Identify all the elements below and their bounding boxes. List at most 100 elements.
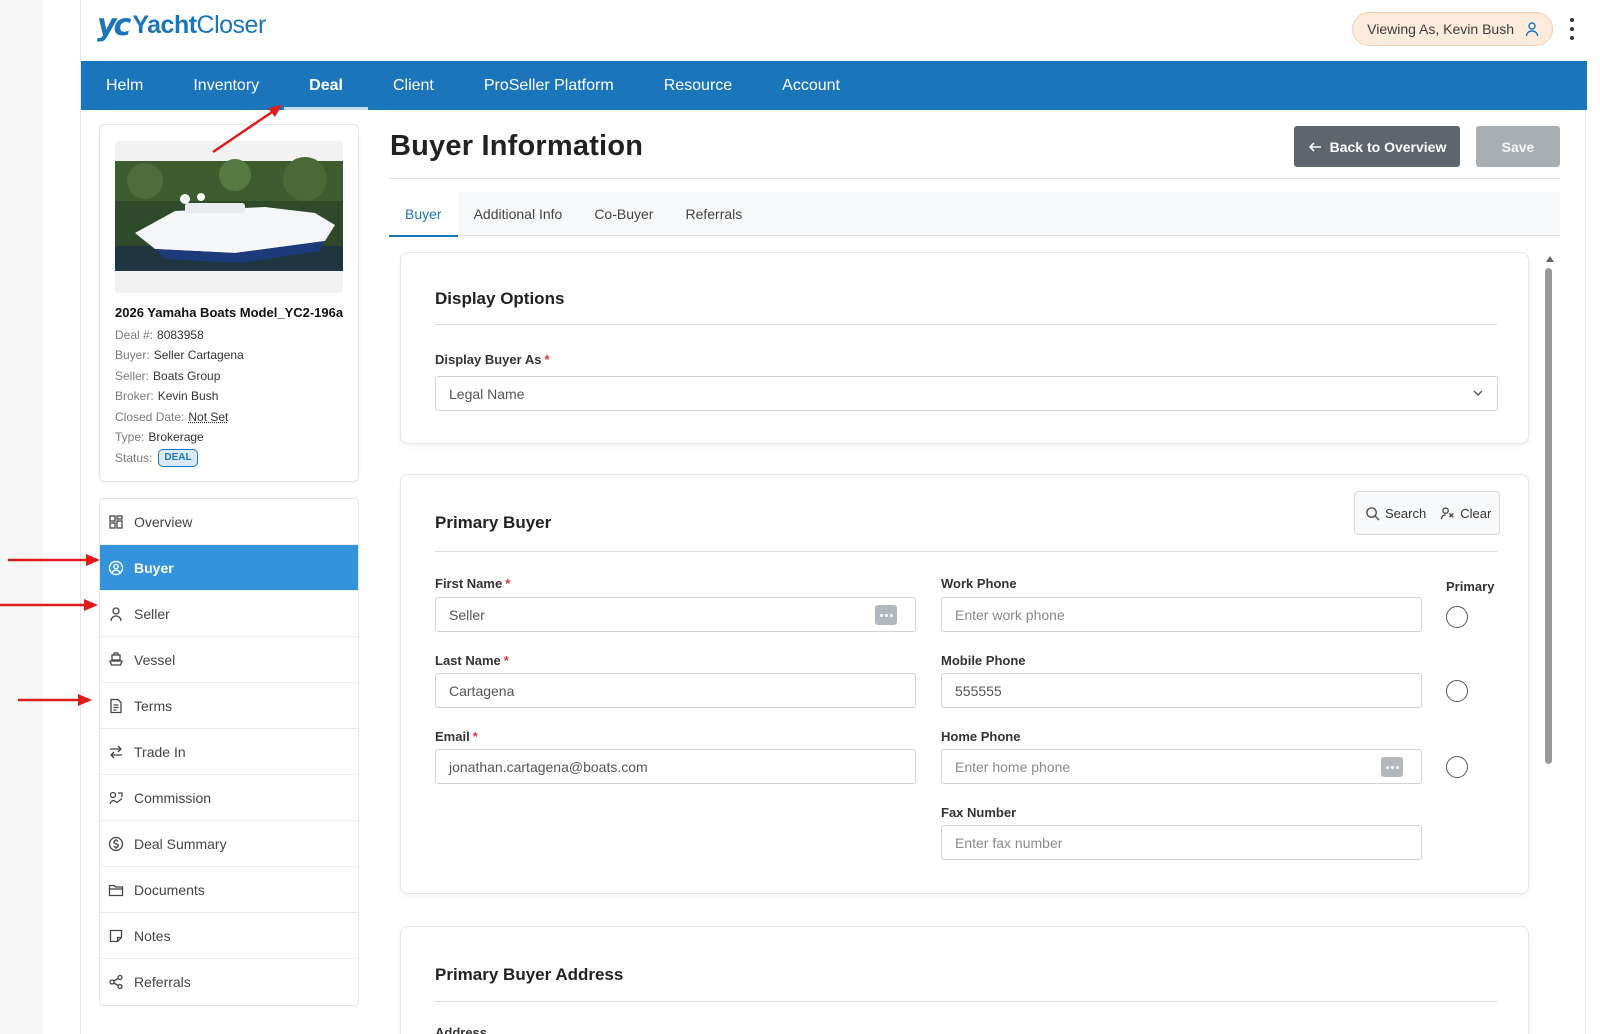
first-name-label: First Name * — [435, 576, 511, 591]
section-divider — [435, 551, 1497, 552]
display-options-card: Display Options Display Buyer As * Legal … — [400, 252, 1529, 444]
more-dots-icon[interactable] — [1381, 757, 1403, 777]
tab-referrals[interactable]: Referrals — [669, 192, 758, 236]
dollar-circle-icon — [108, 836, 124, 851]
primary-radio-mobile[interactable] — [1446, 680, 1468, 702]
email-label: Email * — [435, 729, 478, 744]
tab-additional-info[interactable]: Additional Info — [458, 192, 579, 236]
status-badge: DEAL — [158, 449, 198, 468]
clear-label: Clear — [1460, 505, 1492, 521]
nav-resource[interactable]: Resource — [639, 61, 757, 110]
folder-icon — [108, 884, 124, 896]
share-icon — [109, 974, 123, 990]
status-row: Status: DEAL — [115, 448, 355, 469]
last-name-value: Cartagena — [449, 682, 515, 699]
viewing-as-pill[interactable]: Viewing As, Kevin Bush — [1352, 12, 1553, 46]
work-phone-field[interactable]: Enter work phone — [941, 597, 1422, 632]
sidebar-item-label: Terms — [134, 697, 173, 714]
primary-buyer-address-title: Primary Buyer Address — [435, 965, 624, 984]
nav-account[interactable]: Account — [757, 61, 865, 110]
tab-co-buyer[interactable]: Co-Buyer — [578, 192, 669, 236]
sidebar-item-overview[interactable]: Overview — [100, 499, 358, 545]
search-clear-toolbar: Search Clear — [1354, 491, 1500, 535]
email-field[interactable]: jonathan.cartagena@boats.com — [435, 749, 916, 784]
deal-number-row: Deal #: 8083958 — [115, 327, 204, 342]
left-gutter — [0, 0, 43, 1034]
scrollbar-thumb[interactable] — [1545, 268, 1552, 764]
search-button[interactable]: Search — [1365, 506, 1426, 521]
sidebar-item-label: Vessel — [134, 651, 176, 668]
sidebar-item-vessel[interactable]: Vessel — [100, 637, 358, 683]
user-clear-icon — [1440, 506, 1454, 519]
sidebar-item-label: Commission — [134, 789, 212, 806]
sidebar-item-notes[interactable]: Notes — [100, 913, 358, 959]
viewing-as-text: Viewing As, Kevin Bush — [1367, 21, 1514, 37]
mobile-phone-field[interactable]: 555555 — [941, 673, 1422, 708]
grid-icon — [109, 514, 123, 529]
last-name-label: Last Name * — [435, 653, 509, 668]
save-button[interactable]: Save — [1476, 126, 1560, 167]
sidebar-item-label: Trade In — [134, 743, 186, 760]
sidebar-item-documents[interactable]: Documents — [100, 867, 358, 913]
sidebar-item-deal-summary[interactable]: Deal Summary — [100, 821, 358, 867]
tab-buyer[interactable]: Buyer — [389, 192, 458, 237]
broker-row: Broker: Kevin Bush — [115, 389, 219, 403]
primary-label: Primary — [1446, 579, 1495, 594]
sidebar-item-seller[interactable]: Seller — [100, 591, 358, 637]
sidebar-item-buyer[interactable]: Buyer — [100, 545, 358, 591]
first-name-field[interactable]: Seller — [435, 597, 916, 632]
home-phone-label: Home Phone — [941, 729, 1021, 744]
closed-date-row: Closed Date: Not Set — [115, 409, 229, 424]
closed-date-link[interactable]: Not Set — [188, 410, 228, 424]
page-title: Buyer Information — [390, 130, 644, 162]
last-name-field[interactable]: Cartagena — [435, 673, 916, 708]
user-icon — [1525, 22, 1539, 37]
buyer-tabs: Buyer Additional Info Co-Buyer Referrals — [389, 192, 1560, 237]
home-phone-field[interactable]: Enter home phone — [941, 749, 1422, 784]
sidebar-item-label: Buyer — [134, 559, 174, 576]
deal-title: 2026 Yamaha Boats Model_YC2-196a — [115, 305, 344, 320]
sidebar-item-referrals[interactable]: Referrals — [100, 959, 358, 1005]
email-value: jonathan.cartagena@boats.com — [449, 758, 648, 775]
swap-icon — [110, 745, 122, 758]
nav-proseller-platform[interactable]: ProSeller Platform — [459, 61, 639, 110]
sidebar-item-label: Seller — [134, 605, 170, 622]
fax-number-field[interactable]: Enter fax number — [941, 825, 1422, 860]
nav-client[interactable]: Client — [368, 61, 459, 110]
fax-number-label: Fax Number — [941, 805, 1017, 820]
yachtcloser-logo[interactable]: yc YachtCloser — [97, 8, 266, 43]
select-value: Legal Name — [449, 385, 525, 402]
sidebar-item-label: Deal Summary — [134, 835, 227, 852]
fax-number-placeholder: Enter fax number — [955, 834, 1063, 851]
display-buyer-as-label: Display Buyer As * — [435, 352, 550, 367]
nav-helm[interactable]: Helm — [81, 61, 168, 110]
display-buyer-as-select[interactable]: Legal Name — [435, 376, 1498, 411]
sidebar-item-commission[interactable]: Commission — [100, 775, 358, 821]
primary-buyer-title: Primary Buyer — [435, 513, 552, 532]
search-label: Search — [1385, 505, 1427, 521]
seller-row: Seller: Boats Group — [115, 368, 221, 383]
logo-wordmark: YachtCloser — [132, 11, 266, 39]
more-dots-icon[interactable] — [875, 605, 897, 625]
document-icon — [110, 698, 122, 713]
primary-radio-home[interactable] — [1446, 756, 1468, 778]
sidebar-item-label: Referrals — [134, 974, 191, 990]
type-row: Type: Brokerage — [115, 430, 204, 444]
more-options-icon[interactable] — [1567, 18, 1577, 40]
top-header: yc YachtCloser Viewing As, Kevin Bush — [81, 0, 1587, 61]
deal-side-nav: Overview Buyer Seller Vessel Terms Trade… — [99, 498, 359, 1006]
mobile-phone-value: 555555 — [955, 682, 1002, 699]
work-phone-placeholder: Enter work phone — [955, 606, 1065, 623]
clear-button[interactable]: Clear — [1440, 506, 1491, 521]
sidebar-item-terms[interactable]: Terms — [100, 683, 358, 729]
scroll-up-icon[interactable] — [1546, 256, 1554, 262]
sidebar-item-trade-in[interactable]: Trade In — [100, 729, 358, 775]
ship-icon — [109, 651, 123, 666]
logo-mark: yc — [97, 8, 131, 43]
primary-radio-work[interactable] — [1446, 606, 1468, 628]
back-to-overview-button[interactable]: Back to Overview — [1294, 126, 1460, 167]
sidebar-item-label: Documents — [134, 881, 205, 898]
note-icon — [109, 929, 123, 942]
nav-deal[interactable]: Deal — [284, 61, 368, 110]
nav-inventory[interactable]: Inventory — [168, 61, 284, 110]
